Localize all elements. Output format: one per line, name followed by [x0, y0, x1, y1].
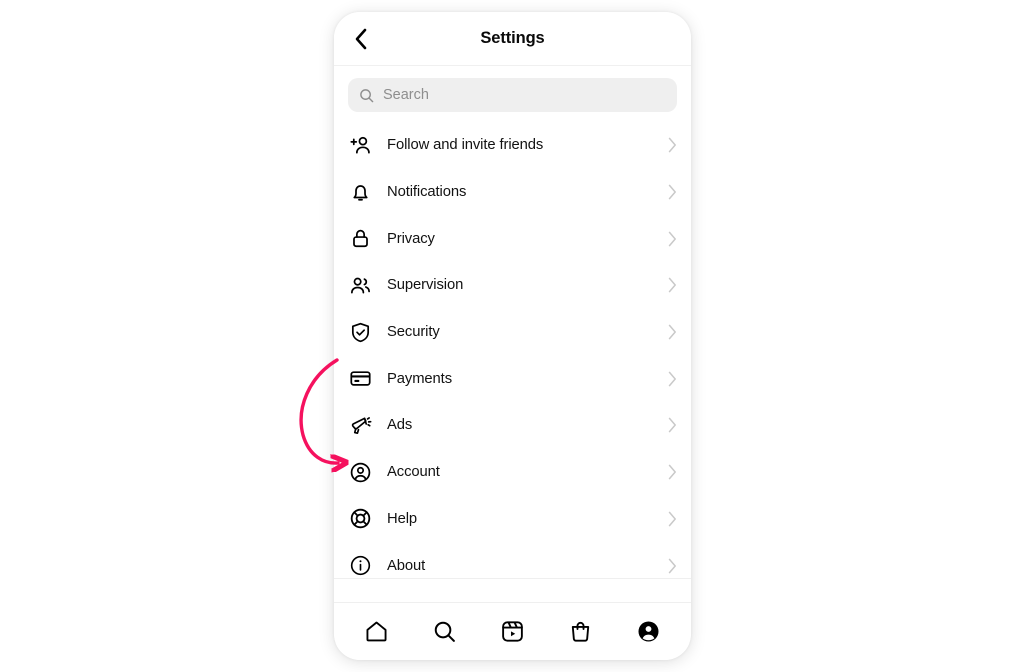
- settings-row-label: Security: [387, 324, 440, 341]
- settings-row-label: Help: [387, 510, 418, 527]
- info-circle-icon: [348, 553, 373, 578]
- two-people-icon: [348, 273, 373, 298]
- chevron-right-icon: [668, 371, 677, 387]
- chevron-right-icon: [668, 324, 677, 340]
- tab-home[interactable]: [353, 611, 399, 653]
- add-person-icon: [348, 133, 373, 158]
- tab-shop[interactable]: [558, 611, 604, 653]
- page-title: Settings: [480, 29, 545, 47]
- chevron-right-icon: [668, 417, 677, 433]
- back-button[interactable]: [343, 12, 377, 65]
- settings-row-help[interactable]: Help: [334, 495, 691, 543]
- credit-card-icon: [348, 366, 373, 391]
- settings-row-label: Ads: [387, 417, 413, 434]
- settings-row-ads[interactable]: Ads: [334, 402, 691, 449]
- chevron-left-icon: [355, 28, 366, 49]
- search-placeholder: Search: [383, 87, 429, 103]
- search-icon: [360, 88, 374, 102]
- phone-screen: Settings Search Follow and invite friend…: [334, 12, 691, 660]
- chevron-right-icon: [668, 184, 677, 200]
- search-input[interactable]: Search: [348, 78, 677, 112]
- lifebuoy-icon: [348, 506, 373, 531]
- settings-row-label: Account: [387, 464, 440, 481]
- tab-reels[interactable]: [489, 611, 535, 653]
- settings-row-label: Follow and invite friends: [387, 137, 544, 154]
- tab-profile[interactable]: [626, 611, 672, 653]
- settings-row-label: Payments: [387, 370, 452, 387]
- tab-search[interactable]: [421, 611, 467, 653]
- search-icon: [434, 621, 455, 642]
- shield-check-icon: [348, 320, 373, 345]
- chevron-right-icon: [668, 464, 677, 480]
- account-circle-icon: [348, 460, 373, 485]
- bottom-tab-bar: [334, 602, 691, 660]
- settings-row-supervision[interactable]: Supervision: [334, 262, 691, 309]
- chevron-right-icon: [668, 511, 677, 527]
- chevron-right-icon: [668, 558, 677, 574]
- settings-row-label: About: [387, 557, 426, 574]
- reels-icon: [502, 621, 523, 642]
- settings-row-about[interactable]: About: [334, 542, 691, 578]
- bell-icon: [348, 180, 373, 205]
- settings-row-privacy[interactable]: Privacy: [334, 215, 691, 263]
- settings-row-label: Notifications: [387, 184, 467, 201]
- home-icon: [366, 621, 387, 642]
- chevron-right-icon: [668, 231, 677, 247]
- chevron-right-icon: [668, 137, 677, 153]
- lock-icon: [348, 226, 373, 251]
- settings-row-payments[interactable]: Payments: [334, 355, 691, 403]
- profile-filled-icon: [638, 621, 659, 642]
- screen-header: Settings: [334, 12, 691, 66]
- settings-row-label: Privacy: [387, 230, 435, 247]
- shop-bag-icon: [572, 621, 590, 642]
- search-container: Search: [334, 66, 691, 122]
- bottom-spacer: [334, 579, 691, 602]
- settings-row-notifications[interactable]: Notifications: [334, 168, 691, 216]
- settings-list: Follow and invite friends Notifications: [334, 122, 691, 578]
- settings-row-label: Supervision: [387, 277, 464, 294]
- megaphone-icon: [348, 413, 373, 438]
- curved-arrow-path: [299, 358, 338, 463]
- chevron-right-icon: [668, 277, 677, 293]
- settings-row-account[interactable]: Account: [334, 448, 691, 496]
- settings-row-follow-and-invite-friends[interactable]: Follow and invite friends: [334, 122, 691, 169]
- settings-row-security[interactable]: Security: [334, 308, 691, 356]
